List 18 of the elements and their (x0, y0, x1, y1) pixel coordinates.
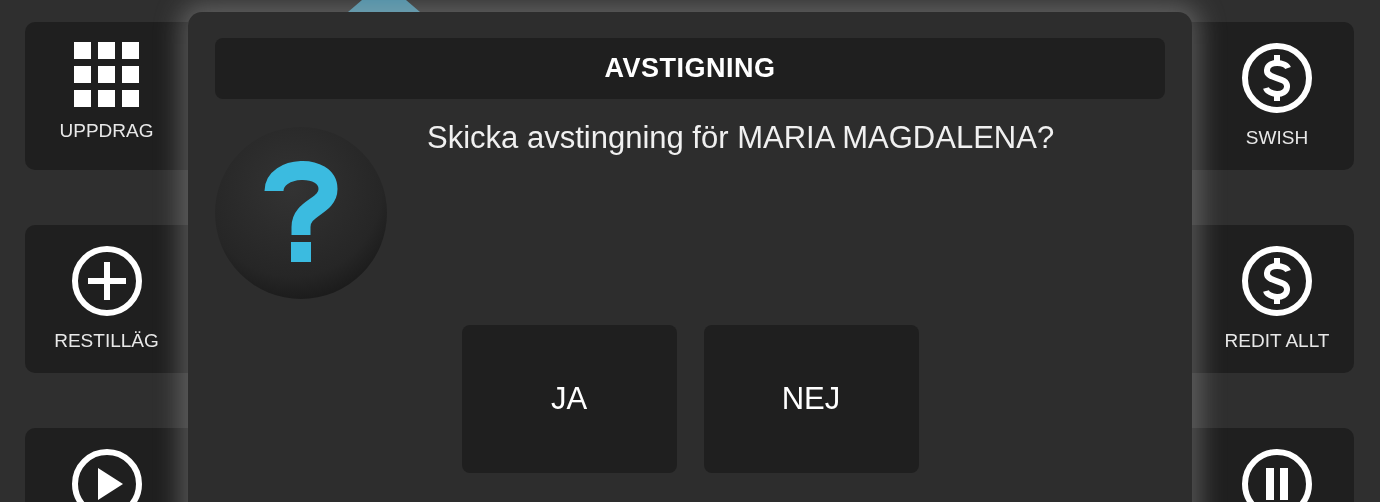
dialog-title: AVSTIGNING (215, 38, 1165, 99)
dollar-icon (1241, 42, 1313, 114)
grid-icon (74, 42, 139, 107)
menu-tile[interactable]: UPPDRAG (25, 22, 188, 170)
pause-icon (1241, 448, 1313, 502)
play-icon (70, 448, 143, 502)
plus-icon (70, 245, 143, 317)
tile-label: UPPDRAG (59, 119, 154, 143)
menu-tile[interactable]: REDIT ALLT (1190, 225, 1354, 373)
tile-label: REDIT ALLT (1224, 329, 1330, 353)
tile-label: SWISH (1245, 126, 1309, 150)
dollar-icon (1241, 245, 1313, 317)
menu-tile[interactable]: SWISH (1190, 22, 1354, 170)
menu-tile[interactable]: RESTILLÄG (25, 225, 188, 373)
dialog-button[interactable]: JA (461, 325, 677, 473)
tile-label: RESTILLÄG (54, 329, 159, 353)
dialog-button[interactable]: NEJ (703, 325, 919, 473)
dialog-message: Skicka avstingning för MARIA MAGDALENA? (427, 119, 1055, 157)
